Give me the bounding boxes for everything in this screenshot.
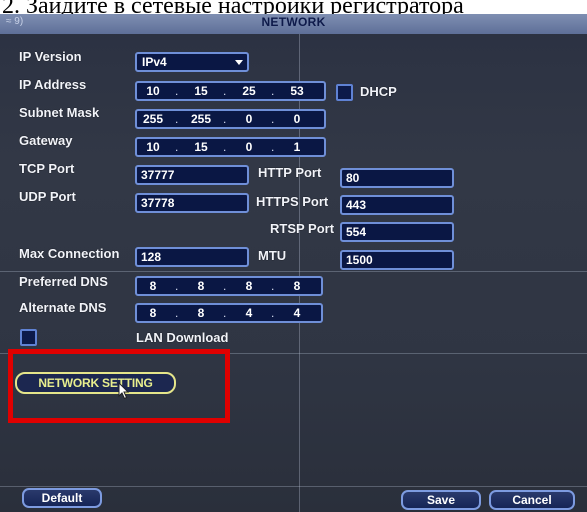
mask-octet-2: 255	[190, 112, 212, 126]
mask-dot-3: .	[271, 112, 275, 126]
https-port-label: HTTPS Port	[256, 194, 329, 209]
mask-octet-4: 0	[293, 112, 301, 126]
alternate-dns-field[interactable]: 8 . 8 . 4 . 4	[135, 303, 323, 323]
dhcp-label: DHCP	[360, 84, 397, 99]
ip-dot-2: .	[223, 84, 227, 98]
ip-dot-1: .	[175, 84, 179, 98]
ip-octet-2: 15	[194, 84, 208, 98]
preferred-dns-field[interactable]: 8 . 8 . 8 . 8	[135, 276, 323, 296]
https-port-field[interactable]: 443	[340, 195, 454, 215]
save-button[interactable]: Save	[401, 490, 481, 510]
gw-dot-3: .	[271, 140, 275, 154]
chevron-down-icon	[235, 60, 243, 65]
mtu-label: MTU	[258, 248, 287, 263]
lan-download-label: LAN Download	[136, 330, 229, 345]
title-bar: ≈ 9) NETWORK	[0, 14, 587, 34]
pdns-octet-3: 8	[245, 279, 253, 293]
http-port-label: HTTP Port	[258, 165, 322, 180]
cancel-button[interactable]: Cancel	[489, 490, 575, 510]
preferred-dns-label: Preferred DNS	[19, 274, 108, 289]
adns-dot-2: .	[223, 306, 227, 320]
http-port-field[interactable]: 80	[340, 168, 454, 188]
pdns-octet-2: 8	[197, 279, 205, 293]
pdns-octet-1: 8	[149, 279, 157, 293]
max-connection-label: Max Connection	[19, 246, 120, 261]
divider-vertical	[299, 34, 300, 512]
ip-octet-4: 53	[290, 84, 304, 98]
network-dialog: ≈ 9) NETWORK IP Version IPv4 IP Address …	[0, 14, 587, 512]
mask-dot-2: .	[223, 112, 227, 126]
pdns-dot-1: .	[175, 279, 179, 293]
ip-dot-3: .	[271, 84, 275, 98]
mask-octet-3: 0	[245, 112, 253, 126]
divider-footer	[0, 486, 587, 487]
gw-octet-1: 10	[146, 140, 160, 154]
ip-version-value: IPv4	[142, 55, 167, 69]
divider-dns	[0, 271, 587, 272]
gateway-label: Gateway	[19, 133, 73, 148]
gw-octet-4: 1	[293, 140, 301, 154]
mtu-field[interactable]: 1500	[340, 250, 454, 270]
gw-octet-3: 0	[245, 140, 253, 154]
adns-octet-2: 8	[197, 306, 205, 320]
udp-port-label: UDP Port	[19, 189, 76, 204]
ip-version-select[interactable]: IPv4	[135, 52, 249, 72]
max-connection-field[interactable]: 128	[135, 247, 249, 267]
mask-dot-1: .	[175, 112, 179, 126]
adns-dot-3: .	[271, 306, 275, 320]
ip-version-label: IP Version	[19, 49, 82, 64]
default-button[interactable]: Default	[22, 488, 102, 508]
ip-address-label: IP Address	[19, 77, 87, 92]
gw-dot-1: .	[175, 140, 179, 154]
pdns-dot-2: .	[223, 279, 227, 293]
rtsp-port-field[interactable]: 554	[340, 222, 454, 242]
alternate-dns-label: Alternate DNS	[19, 300, 107, 315]
pdns-octet-4: 8	[293, 279, 301, 293]
mask-octet-1: 255	[142, 112, 164, 126]
subnet-mask-field[interactable]: 255 . 255 . 0 . 0	[135, 109, 326, 129]
gateway-field[interactable]: 10 . 15 . 0 . 1	[135, 137, 326, 157]
gw-octet-2: 15	[194, 140, 208, 154]
lan-download-checkbox[interactable]	[20, 329, 37, 346]
adns-dot-1: .	[175, 306, 179, 320]
adns-octet-3: 4	[245, 306, 253, 320]
tcp-port-field[interactable]: 37777	[135, 165, 249, 185]
dhcp-checkbox[interactable]	[336, 84, 353, 101]
gw-dot-2: .	[223, 140, 227, 154]
pdns-dot-3: .	[271, 279, 275, 293]
adns-octet-1: 8	[149, 306, 157, 320]
rtsp-port-label: RTSP Port	[270, 221, 335, 236]
window-title: NETWORK	[261, 15, 326, 29]
udp-port-field[interactable]: 37778	[135, 193, 249, 213]
ip-octet-1: 10	[146, 84, 160, 98]
ip-octet-3: 25	[242, 84, 256, 98]
highlight-box	[8, 349, 230, 423]
ip-address-field[interactable]: 10 . 15 . 25 . 53	[135, 81, 326, 101]
subnet-mask-label: Subnet Mask	[19, 105, 100, 120]
adns-octet-4: 4	[293, 306, 301, 320]
tcp-port-label: TCP Port	[19, 161, 75, 176]
